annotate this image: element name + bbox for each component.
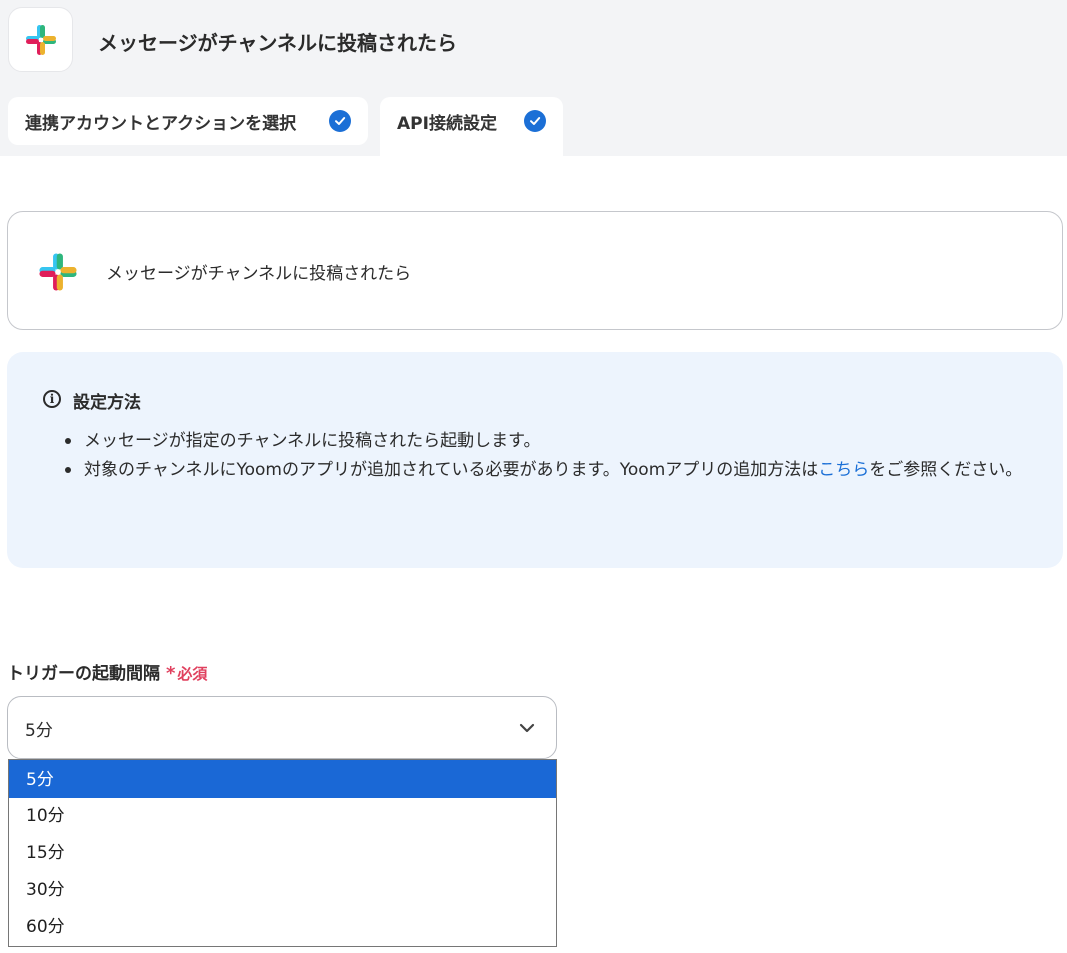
info-text: 対象のチャンネルにYoomのアプリが追加されている必要があります。Yoomアプリ… xyxy=(84,460,819,480)
slack-logo-icon xyxy=(39,253,77,291)
slack-logo-icon xyxy=(26,25,56,55)
info-icon: i xyxy=(43,390,61,408)
info-list-item: メッセージが指定のチャンネルに投稿されたら起動します。 xyxy=(62,427,1037,456)
option-15min[interactable]: 15分 xyxy=(9,835,556,872)
interval-select[interactable]: 5分 xyxy=(7,696,557,759)
required-star: * xyxy=(166,663,176,684)
app-logo xyxy=(8,7,73,72)
option-10min[interactable]: 10分 xyxy=(9,798,556,835)
trigger-card-title: メッセージがチャンネルに投稿されたら xyxy=(106,264,412,284)
info-panel: i 設定方法 メッセージが指定のチャンネルに投稿されたら起動します。 対象のチャ… xyxy=(7,352,1063,568)
info-list-item: 対象のチャンネルにYoomのアプリが追加されている必要があります。Yoomアプリ… xyxy=(62,456,1037,485)
tab-account-action[interactable]: 連携アカウントとアクションを選択 xyxy=(8,97,368,145)
check-circle-icon xyxy=(524,110,546,132)
trigger-card: メッセージがチャンネルに投稿されたら xyxy=(7,211,1063,330)
check-circle-icon xyxy=(329,110,351,132)
field-label-text: トリガーの起動間隔 xyxy=(7,664,160,684)
option-30min[interactable]: 30分 xyxy=(9,872,556,909)
interval-options-list: 5分 10分 15分 30分 60分 xyxy=(8,759,557,947)
chevron-down-icon xyxy=(519,723,535,733)
info-text: をご参照ください。 xyxy=(869,460,1023,480)
option-5min[interactable]: 5分 xyxy=(9,760,556,798)
tab-label: 連携アカウントとアクションを選択 xyxy=(25,113,297,134)
info-list: メッセージが指定のチャンネルに投稿されたら起動します。 対象のチャンネルにYoo… xyxy=(62,427,1037,485)
option-60min[interactable]: 60分 xyxy=(9,909,556,946)
required-text: 必須 xyxy=(177,665,208,683)
select-value: 5分 xyxy=(25,721,53,741)
page-title: メッセージがチャンネルに投稿されたら xyxy=(98,31,457,55)
tab-api-settings[interactable]: API接続設定 xyxy=(380,97,563,156)
tab-label: API接続設定 xyxy=(397,113,497,134)
help-link[interactable]: こちら xyxy=(818,460,869,480)
interval-field-label: トリガーの起動間隔 * 必須 xyxy=(7,659,207,684)
info-title: 設定方法 xyxy=(73,393,141,413)
